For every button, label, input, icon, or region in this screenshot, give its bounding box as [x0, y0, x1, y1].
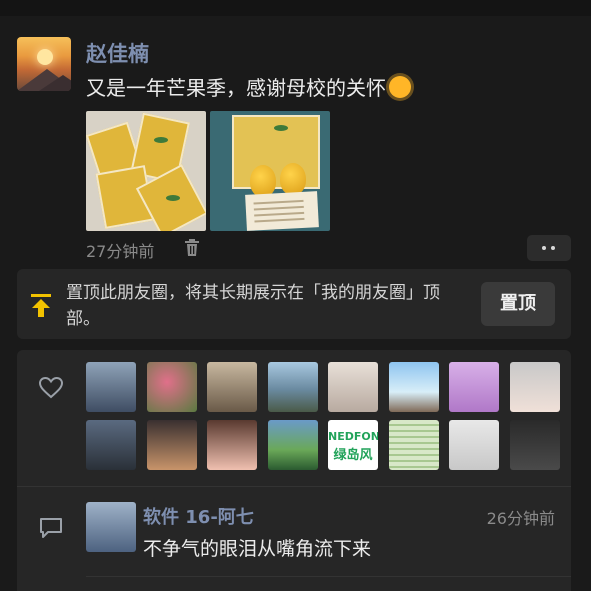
leaf [166, 195, 180, 201]
leaf [154, 137, 168, 143]
author-avatar[interactable] [17, 37, 71, 91]
liker-avatar[interactable] [147, 420, 197, 470]
mango [250, 165, 276, 197]
post-time: 27分钟前 [86, 242, 155, 261]
liker-avatar[interactable] [449, 420, 499, 470]
nedfon-text-cn: 绿岛风 [333, 448, 373, 463]
comment-icon [40, 518, 62, 538]
heart-icon [39, 377, 63, 399]
liker-avatar[interactable] [268, 362, 318, 412]
avatar-mountain-2 [39, 75, 71, 91]
nedfon-logo[interactable]: NEDFON 绿岛风 [328, 420, 378, 470]
liker-avatar[interactable] [328, 362, 378, 412]
status-bar [0, 0, 591, 16]
liker-avatar[interactable] [147, 362, 197, 412]
post-text-content: 又是一年芒果季，感谢母校的关怀 [86, 76, 386, 100]
commenter-name[interactable]: 软件 16-阿七 [143, 503, 254, 529]
liker-avatar[interactable] [389, 362, 439, 412]
comment-time: 26分钟前 [486, 509, 555, 528]
pin-to-top-panel: 置顶此朋友圈，将其长期展示在「我的朋友圈」顶部。 置顶 [17, 269, 571, 339]
more-button[interactable] [527, 235, 571, 261]
more-dot [551, 246, 555, 250]
pin-to-top-icon [31, 294, 51, 317]
liker-avatar[interactable] [510, 420, 560, 470]
mango [280, 163, 306, 195]
liker-avatar[interactable] [449, 362, 499, 412]
post-photo-2[interactable] [210, 111, 330, 231]
liker-avatar[interactable] [86, 420, 136, 470]
avatar-sun [37, 49, 53, 65]
liker-avatar[interactable] [86, 362, 136, 412]
author-name[interactable]: 赵佳楠 [86, 38, 149, 68]
pin-button[interactable]: 置顶 [481, 282, 555, 326]
pin-description: 置顶此朋友圈，将其长期展示在「我的朋友圈」顶部。 [66, 283, 440, 329]
post-photo-1[interactable] [86, 111, 206, 231]
letter [245, 191, 319, 231]
sun-emoji-icon [389, 76, 411, 98]
post-text: 又是一年芒果季，感谢母校的关怀 [86, 72, 411, 101]
likes-comments-panel: NEDFON 绿岛风 软件 16-阿七 26分钟前 不争气的眼泪从嘴角流下来 [17, 350, 571, 591]
nedfon-text: NEDFON [328, 430, 378, 443]
liker-avatar[interactable] [510, 362, 560, 412]
liker-avatar[interactable] [207, 362, 257, 412]
divider [17, 486, 571, 487]
trash-icon[interactable] [184, 239, 200, 257]
more-dot [542, 246, 546, 250]
leaf [274, 125, 288, 131]
commenter-avatar[interactable] [86, 502, 136, 552]
comment-text[interactable]: 不争气的眼泪从嘴角流下来 [143, 534, 371, 561]
liker-avatar[interactable] [207, 420, 257, 470]
liker-avatar[interactable] [389, 420, 439, 470]
divider [86, 576, 571, 577]
liker-avatar[interactable] [268, 420, 318, 470]
